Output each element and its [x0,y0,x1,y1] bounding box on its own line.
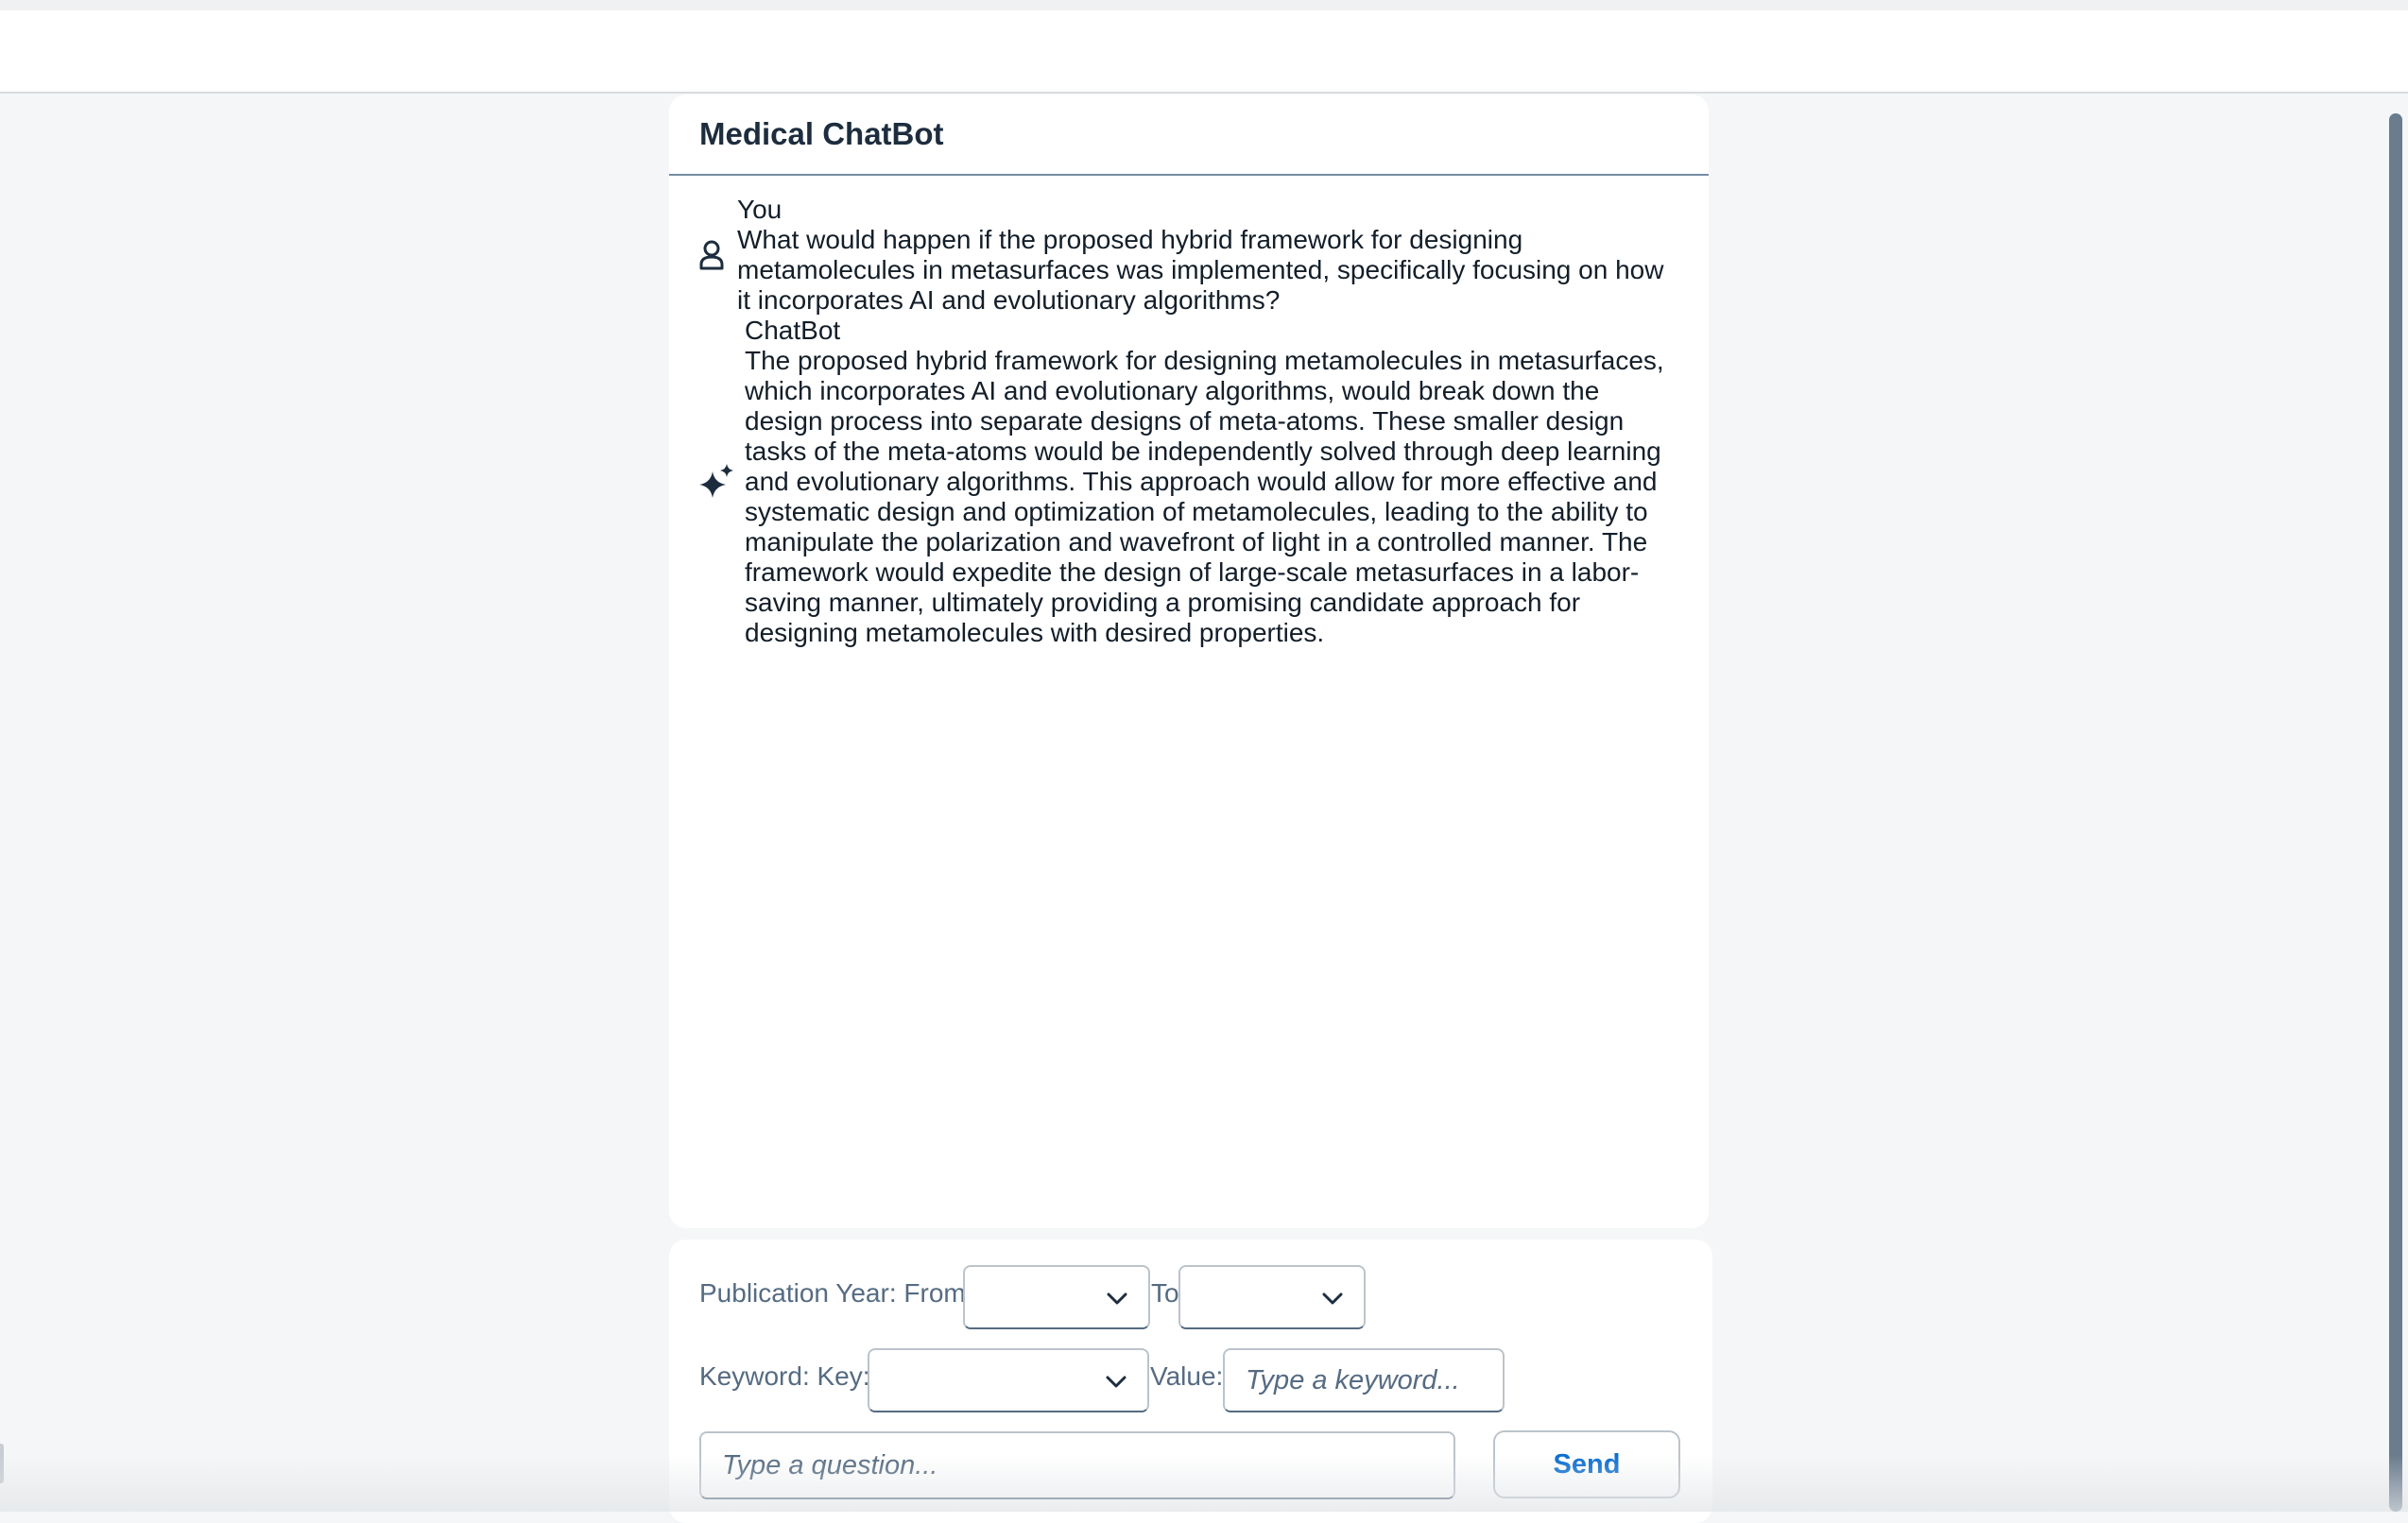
keyword-key-label: Keyword: Key: [699,1361,870,1391]
chat-header: Medical ChatBot [669,94,1709,176]
question-input[interactable] [699,1431,1455,1499]
edge-handle[interactable] [0,1444,4,1483]
message-sender: ChatBot [745,316,841,345]
to-label: To [1151,1278,1179,1308]
message-list: You What would happen if the proposed hy… [669,176,1709,648]
year-from-select[interactable] [963,1265,1150,1329]
message-sender: You [737,195,783,224]
chevron-down-icon [1107,1292,1127,1305]
person-icon [699,240,737,270]
keyword-value-input[interactable] [1223,1348,1505,1412]
bot-message: ChatBot The proposed hybrid framework fo… [699,316,1678,648]
sparkle-icon [699,464,745,500]
user-message: You What would happen if the proposed hy… [699,195,1678,316]
year-to-select[interactable] [1178,1265,1366,1329]
page-scrollbar[interactable] [2389,113,2402,1512]
chevron-down-icon [1322,1292,1343,1305]
message-text: The proposed hybrid framework for design… [745,346,1664,647]
publication-year-label: Publication Year: From [699,1278,966,1308]
chevron-down-icon [1106,1376,1127,1388]
send-button[interactable]: Send [1493,1430,1680,1498]
keyword-key-select[interactable] [868,1348,1149,1412]
message-text: What would happen if the proposed hybrid… [737,225,1664,315]
shell-bar [0,10,2408,94]
value-label: Value: [1150,1361,1224,1391]
top-strip [0,0,2408,10]
chat-title: Medical ChatBot [699,116,944,151]
chat-panel: Medical ChatBot You What would happen if… [669,94,1709,1228]
